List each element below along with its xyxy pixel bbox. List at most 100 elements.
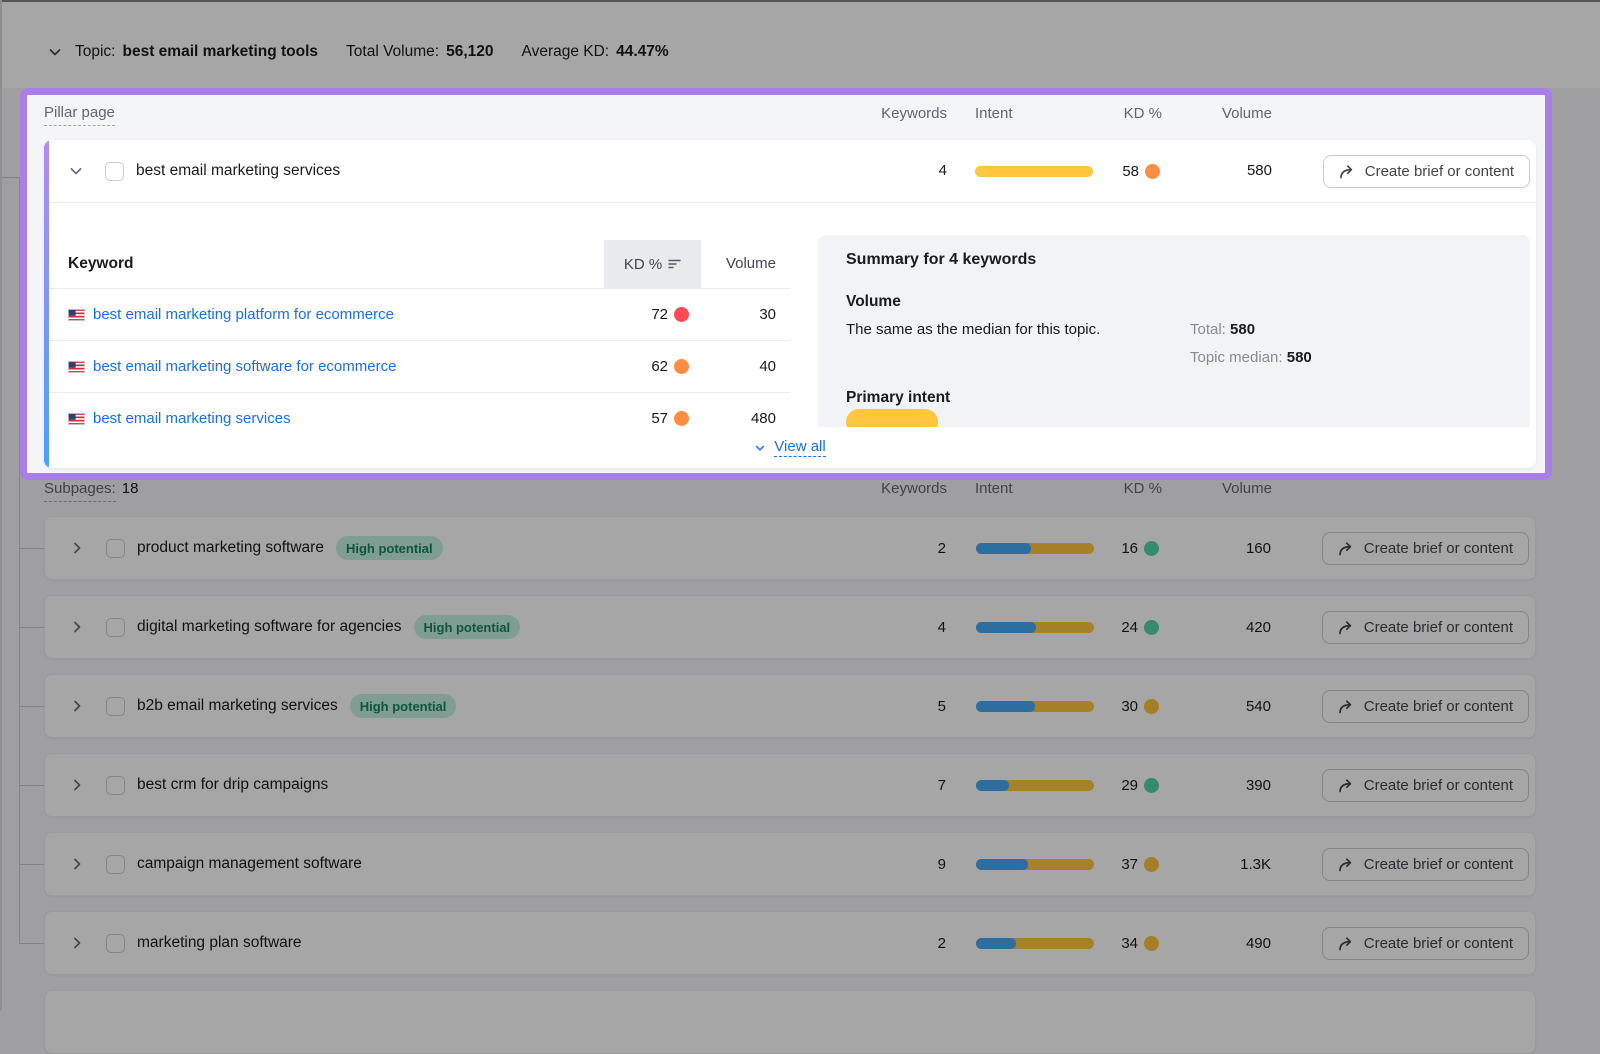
summary-title: Summary for 4 keywords [846, 251, 1036, 269]
keyword-link[interactable]: best email marketing platform for ecomme… [93, 289, 394, 341]
keyword-link[interactable]: best email marketing software for ecomme… [93, 341, 396, 393]
subpage-row[interactable]: digital marketing software for agencies … [44, 595, 1536, 659]
subpage-row[interactable]: campaign management software 9 37 1.3K C… [44, 832, 1536, 896]
intent-bar [975, 166, 1093, 177]
high-potential-badge: High potential [414, 615, 521, 639]
chevron-right-icon[interactable] [69, 619, 85, 635]
summary-intent-heading: Primary intent [846, 389, 950, 407]
intent-bar [976, 859, 1094, 870]
keywords-count: 7 [938, 754, 946, 818]
row-checkbox[interactable] [105, 162, 124, 181]
topic-header-bar: Topic:best email marketing tools Total V… [0, 2, 1600, 88]
chevron-right-icon[interactable] [69, 777, 85, 793]
subpage-row[interactable]: best crm for drip campaigns 7 29 390 Cre… [44, 753, 1536, 817]
kd-dot [1144, 936, 1159, 951]
view-all-link[interactable]: View all [44, 427, 1536, 468]
intent-segment-informational [976, 859, 1028, 870]
chevron-right-icon[interactable] [69, 698, 85, 714]
share-arrow-icon [1339, 164, 1356, 179]
intent-bar [976, 938, 1094, 949]
column-header-kd: KD % [1124, 479, 1162, 499]
kd-value: 29 [1121, 777, 1138, 794]
kd-dot [1144, 620, 1159, 635]
create-brief-button[interactable]: Create brief or content [1322, 769, 1529, 802]
row-checkbox[interactable] [106, 618, 125, 637]
kd-dot [674, 359, 689, 374]
average-kd-stat: Average KD:44.47% [522, 43, 669, 61]
share-arrow-icon [1338, 541, 1355, 556]
keywords-count: 5 [938, 675, 946, 739]
create-brief-button[interactable]: Create brief or content [1322, 611, 1529, 644]
kd-value: 72 [651, 306, 668, 323]
chevron-right-icon[interactable] [69, 540, 85, 556]
create-brief-button[interactable]: Create brief or content [1323, 155, 1530, 188]
column-header-volume: Volume [1222, 104, 1272, 124]
kd-value: 58 [1122, 163, 1139, 180]
subpage-title: campaign management software [137, 855, 362, 873]
total-volume-stat: Total Volume:56,120 [346, 43, 493, 61]
volume-value: 580 [1247, 140, 1272, 202]
column-header-intent: Intent [975, 104, 1013, 124]
tree-connector [19, 943, 44, 944]
primary-intent-pill [846, 409, 938, 427]
row-checkbox[interactable] [106, 855, 125, 874]
tree-connector [19, 864, 44, 865]
subpage-row[interactable]: marketing plan software 2 34 490 Create … [44, 911, 1536, 975]
intent-bar [976, 543, 1094, 554]
share-arrow-icon [1338, 936, 1355, 951]
kd-value: 30 [1121, 698, 1138, 715]
subpages-count: 18 [122, 479, 139, 502]
pillar-row[interactable]: best email marketing services 4 58 580 C… [44, 140, 1536, 203]
column-header-kd: KD % [1124, 104, 1162, 124]
window-top-edge [0, 0, 1600, 2]
summary-total: Total: 580 [1190, 320, 1312, 340]
row-checkbox[interactable] [106, 539, 125, 558]
intent-segment-informational [976, 780, 1009, 791]
intent-segment-informational [976, 701, 1035, 712]
subpage-row-partial[interactable] [44, 990, 1536, 1054]
intent-segment-informational [976, 622, 1036, 633]
row-checkbox[interactable] [106, 697, 125, 716]
column-header-keywords: Keywords [881, 479, 947, 499]
row-checkbox[interactable] [106, 934, 125, 953]
column-header-keywords: Keywords [881, 104, 947, 124]
volume-value: 420 [1246, 596, 1271, 660]
kd-value-group: 16 [1121, 517, 1159, 579]
volume-value: 40 [759, 341, 776, 393]
tree-connector [19, 706, 44, 707]
create-brief-button[interactable]: Create brief or content [1322, 848, 1529, 881]
kd-value-group: 37 [1121, 833, 1159, 895]
share-arrow-icon [1338, 620, 1355, 635]
kd-value-group: 24 [1121, 596, 1159, 658]
column-header-intent: Intent [975, 479, 1013, 499]
keyword-row: best email marketing software for ecomme… [44, 340, 790, 392]
subpage-row[interactable]: b2b email marketing services High potent… [44, 674, 1536, 738]
subpages-section-header: Subpages: 18 Keywords Intent KD % Volume [0, 479, 1600, 501]
window-left-edge [0, 0, 2, 1011]
topic-collapse-chevron-icon[interactable] [47, 44, 63, 60]
volume-value: 540 [1246, 675, 1271, 739]
tree-connector [0, 177, 19, 178]
keyword-column-header: Keyword [68, 240, 133, 288]
chevron-right-icon[interactable] [69, 856, 85, 872]
row-checkbox[interactable] [106, 776, 125, 795]
chevron-down-icon[interactable] [68, 163, 84, 179]
keywords-count: 2 [938, 912, 946, 976]
kd-sort-header[interactable]: KD % [604, 240, 701, 288]
create-brief-button[interactable]: Create brief or content [1322, 927, 1529, 960]
pillar-card: best email marketing services 4 58 580 C… [44, 140, 1536, 468]
volume-column-header: Volume [726, 240, 776, 288]
keyword-row: best email marketing platform for ecomme… [44, 288, 790, 340]
tree-connector [19, 548, 44, 549]
share-arrow-icon [1338, 857, 1355, 872]
keywords-count: 4 [939, 140, 947, 202]
kd-dot [1145, 164, 1160, 179]
keywords-count: 4 [938, 596, 946, 660]
chevron-right-icon[interactable] [69, 935, 85, 951]
create-brief-button[interactable]: Create brief or content [1322, 532, 1529, 565]
subpage-row[interactable]: product marketing software High potentia… [44, 516, 1536, 580]
keyword-link[interactable]: best email marketing services [93, 393, 291, 427]
create-brief-button[interactable]: Create brief or content [1322, 690, 1529, 723]
keywords-count: 9 [938, 833, 946, 897]
kd-value-group: 29 [1121, 754, 1159, 816]
